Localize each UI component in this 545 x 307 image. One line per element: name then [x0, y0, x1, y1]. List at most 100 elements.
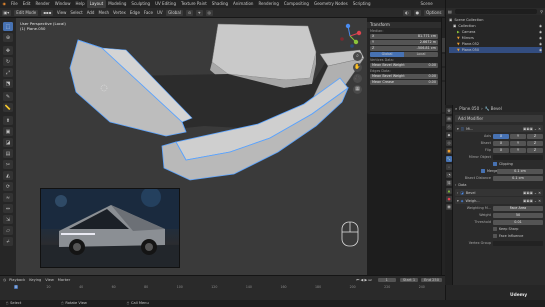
cursor-tool-icon[interactable]: ⊕	[3, 33, 13, 42]
transform-section-header[interactable]: Transform	[367, 22, 441, 28]
modifier-props-icon[interactable]: 🔧	[446, 156, 452, 162]
timeline-editor-type-icon[interactable]: ◷	[3, 278, 6, 282]
mean-crease-field[interactable]: Mean Crease 0.00	[370, 80, 438, 85]
weight-field[interactable]: 50	[493, 212, 543, 218]
scene-selector[interactable]: Scene	[418, 0, 435, 8]
flip-z-toggle[interactable]: Z	[527, 147, 543, 153]
poly-build-tool-icon[interactable]: ◭	[3, 171, 13, 180]
rip-tool-icon[interactable]: ⌿	[3, 237, 13, 246]
flip-x-toggle[interactable]: X	[493, 147, 509, 153]
outliner-filter-icon[interactable]: ▤	[448, 9, 452, 14]
select-mode-buttons[interactable]: ▪▪▪	[41, 9, 54, 16]
weighted-normal-modifier-header[interactable]: ▾ ◈ Weigh... ▣▣▣ ⌄ ✕	[455, 197, 543, 204]
filter-funnel-icon[interactable]: ⚲	[540, 9, 543, 14]
global-toggle[interactable]: Global	[370, 52, 404, 57]
workspace-tab-rendering[interactable]: Rendering	[256, 0, 281, 8]
workspace-tab-sculpting[interactable]: Sculpting	[129, 0, 153, 8]
playhead[interactable]: 0	[14, 285, 19, 289]
menu-edge[interactable]: Edge	[130, 10, 140, 15]
bevel-tool-icon[interactable]: ◪	[3, 138, 13, 147]
current-frame-field[interactable]: 1	[377, 278, 396, 282]
zoom-icon[interactable]: ⌕	[353, 52, 362, 61]
object-props-icon[interactable]: ■	[446, 148, 452, 154]
extrude-tool-icon[interactable]: ⬆	[3, 116, 13, 125]
view-menu[interactable]: View	[45, 278, 54, 282]
modifier-toggles[interactable]: ▣▣▣ ⌄ ✕	[523, 127, 541, 131]
data-props-icon[interactable]: ▲	[446, 188, 452, 194]
keying-menu[interactable]: Keying	[29, 278, 41, 282]
workspace-tab-geometry-nodes[interactable]: Geometry Nodes	[311, 0, 350, 8]
edge-slide-tool-icon[interactable]: ⇔	[3, 204, 13, 213]
threshold-field[interactable]: 0.01	[493, 219, 543, 225]
bevel-modifier-header[interactable]: › ◪ Bevel ▣▣▣ ⌄ ✕	[455, 189, 543, 196]
workspace-tab-scripting[interactable]: Scripting	[350, 0, 373, 8]
menu-render[interactable]: Render	[33, 0, 52, 8]
axis-z-toggle[interactable]: Z	[527, 133, 543, 139]
menu-window[interactable]: Window	[52, 0, 73, 8]
end-frame-field[interactable]: End 250	[421, 278, 442, 282]
menu-uv[interactable]: UV	[157, 10, 163, 15]
shrink-tool-icon[interactable]: ⇲	[3, 215, 13, 224]
visibility-icon[interactable]: ◉	[539, 47, 542, 53]
bisect-distance-field[interactable]: 0.1 cm	[493, 175, 543, 181]
menu-file[interactable]: File	[9, 0, 21, 8]
flip-y-toggle[interactable]: Y	[510, 147, 526, 153]
overlays-icon[interactable]: ◐	[403, 9, 411, 16]
ortho-grid-icon[interactable]: ▦	[353, 85, 362, 94]
outliner-item-plane-050[interactable]: ▼ Plane.050 ◉	[449, 47, 542, 53]
snap-icon[interactable]: ⌖	[196, 9, 203, 16]
particles-props-icon[interactable]: ∴	[446, 164, 452, 170]
render-props-icon[interactable]: ▤	[446, 116, 452, 122]
menu-select[interactable]: Select	[70, 10, 82, 15]
proportional-edit-icon[interactable]: ◎	[205, 9, 214, 16]
mean-bevel-weight-edge-field[interactable]: Mean Bevel Weight 0.00	[370, 74, 438, 79]
menu-mesh[interactable]: Mesh	[98, 10, 109, 15]
camera-view-icon[interactable]: 🎥	[353, 74, 362, 83]
local-toggle[interactable]: Local	[404, 52, 438, 57]
timeline-ruler[interactable]: 0 20 40 60 80 100 120 140 160 180 200 220 240	[0, 284, 445, 290]
menu-face[interactable]: Face	[144, 10, 153, 15]
options-button[interactable]: Options	[424, 9, 444, 16]
marker-menu[interactable]: Marker	[58, 278, 70, 282]
tool-props-icon[interactable]: ⚒	[446, 108, 452, 114]
mirror-object-field[interactable]	[493, 154, 543, 160]
menu-edit[interactable]: Edit	[20, 0, 33, 8]
blender-logo-icon[interactable]: ◉	[0, 0, 9, 8]
move-tool-icon[interactable]: ✥	[3, 46, 13, 55]
playback-controls[interactable]: ⏮ ◀ ▶ ⏭	[356, 278, 371, 282]
bisect-z-toggle[interactable]: Z	[527, 140, 543, 146]
rotate-tool-icon[interactable]: ↻	[3, 57, 13, 66]
weighting-mode-select[interactable]: Face Area	[493, 205, 543, 211]
constraints-props-icon[interactable]: ⛓	[446, 180, 452, 186]
navigation-gizmo[interactable]	[336, 22, 364, 50]
merge-field[interactable]: 0.1 cm	[497, 168, 543, 174]
knife-tool-icon[interactable]: ✂	[3, 160, 13, 169]
scale-tool-icon[interactable]: ⤢	[3, 68, 13, 77]
playback-menu[interactable]: Playback	[9, 278, 25, 282]
workspace-tab-animation[interactable]: Animation	[231, 0, 256, 8]
pivot-icon[interactable]: ⊙	[185, 9, 194, 16]
clipping-checkbox[interactable]	[493, 162, 497, 166]
keep-sharp-row[interactable]: Keep Sharp	[455, 226, 543, 232]
collapse-chevron-icon[interactable]: ▾	[457, 199, 459, 203]
measure-tool-icon[interactable]: 📏	[3, 103, 13, 112]
inset-tool-icon[interactable]: ▣	[3, 127, 13, 136]
world-props-icon[interactable]: ◎	[446, 140, 452, 146]
loop-cut-tool-icon[interactable]: ▤	[3, 149, 13, 158]
workspace-tab-texture-paint[interactable]: Texture Paint	[178, 0, 209, 8]
search-icon[interactable]: ⌕	[455, 106, 457, 111]
clipping-row[interactable]: Clipping	[455, 161, 543, 167]
workspace-tab-uv-editing[interactable]: UV Editing	[153, 0, 179, 8]
mode-selector[interactable]: Edit Mode	[14, 9, 39, 16]
median-z-field[interactable]: Z -506.81 cm	[370, 46, 438, 51]
smooth-tool-icon[interactable]: ≈	[3, 193, 13, 202]
data-subpanel[interactable]: › Data	[455, 182, 543, 188]
menu-add[interactable]: Add	[87, 10, 95, 15]
bisect-y-toggle[interactable]: Y	[510, 140, 526, 146]
mirror-modifier-header[interactable]: ▾ ◫ Mi... ▣▣▣ ⌄ ✕	[455, 125, 543, 132]
menu-view[interactable]: View	[57, 10, 67, 15]
pan-hand-icon[interactable]: ✋	[353, 63, 362, 72]
collapse-chevron-icon[interactable]: ▾	[457, 127, 459, 131]
outliner-search-input[interactable]	[454, 9, 538, 14]
face-influence-row[interactable]: Face Influence	[455, 233, 543, 239]
